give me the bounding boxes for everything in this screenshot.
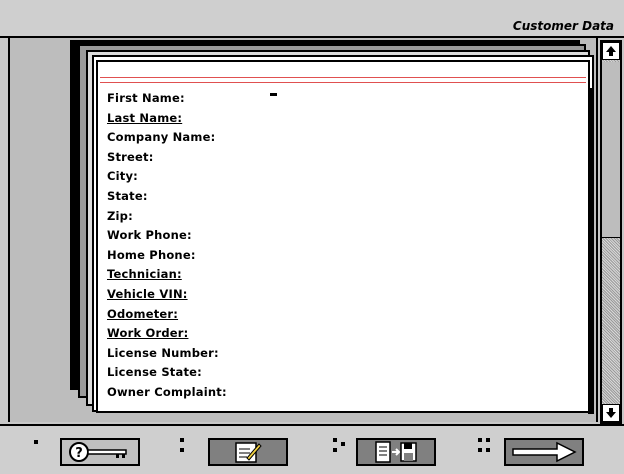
field-label[interactable]: Odometer: xyxy=(107,305,227,325)
edit-note-button[interactable] xyxy=(208,438,288,466)
field-label[interactable]: First Name: xyxy=(107,89,227,109)
field-label-text: License State: xyxy=(107,365,202,380)
notepad-pencil-icon xyxy=(235,442,262,463)
field-label[interactable]: License State: xyxy=(107,363,227,383)
right-arrow-icon xyxy=(512,441,577,463)
window-title: Customer Data xyxy=(512,19,614,33)
customer-form-card: First Name: Last Name: Company Name: Street… xyxy=(96,60,590,413)
dot-indicator xyxy=(180,448,184,452)
field-label-text: Odometer: xyxy=(107,306,179,321)
dot-indicator xyxy=(478,448,482,452)
field-label-text: Street: xyxy=(107,149,154,164)
field-label[interactable]: Street: xyxy=(107,148,227,168)
field-label-text: State: xyxy=(107,188,148,203)
field-label[interactable]: Owner Complaint: xyxy=(107,383,227,403)
dot-indicator xyxy=(333,448,337,452)
dot-indicator xyxy=(486,448,490,452)
vertical-scrollbar[interactable] xyxy=(600,40,622,424)
scroll-thumb[interactable] xyxy=(602,62,620,238)
field-label-text: Vehicle VIN: xyxy=(107,286,188,301)
dot-indicator xyxy=(333,438,337,442)
dot-indicator xyxy=(34,440,38,444)
scroll-down-button[interactable] xyxy=(602,404,620,422)
dot-indicator xyxy=(180,438,184,442)
dot-indicator xyxy=(341,442,345,446)
field-label-text: Zip: xyxy=(107,208,133,223)
document-to-disk-icon xyxy=(375,441,417,463)
field-label[interactable]: State: xyxy=(107,187,227,207)
field-label-text: First Name: xyxy=(107,91,185,105)
field-label[interactable]: Technician: xyxy=(107,265,227,285)
next-button[interactable] xyxy=(504,438,584,466)
dot-indicator xyxy=(486,438,490,442)
field-label[interactable]: Last Name: xyxy=(107,109,227,129)
field-label-text: Home Phone: xyxy=(107,247,196,262)
field-label-text: Owner Complaint: xyxy=(107,384,227,399)
question-key-icon: ? xyxy=(69,442,127,462)
header-rule-bottom xyxy=(100,82,586,83)
field-label[interactable]: Home Phone: xyxy=(107,246,227,266)
arrow-down-icon xyxy=(606,408,616,418)
field-label[interactable]: Work Order: xyxy=(107,324,227,344)
svg-text:?: ? xyxy=(75,446,83,461)
scroll-up-button[interactable] xyxy=(602,42,620,60)
dot-indicator xyxy=(478,438,482,442)
bottom-toolbar: ? xyxy=(0,424,624,474)
field-label-text: Technician: xyxy=(107,267,182,282)
field-label[interactable]: License Number: xyxy=(107,344,227,364)
field-list: First Name: Last Name: Company Name: Street… xyxy=(107,89,227,403)
field-label-text: License Number: xyxy=(107,345,219,360)
title-bar: Customer Data xyxy=(0,0,624,38)
field-label[interactable]: Work Phone: xyxy=(107,226,227,246)
field-label[interactable]: Company Name: xyxy=(107,128,227,148)
field-label[interactable]: Zip: xyxy=(107,207,227,227)
save-to-disk-button[interactable] xyxy=(356,438,436,466)
text-cursor xyxy=(270,93,277,96)
field-label-text: Last Name: xyxy=(107,110,183,125)
header-rule-top xyxy=(100,77,586,78)
field-label-text: Company Name: xyxy=(107,130,216,145)
help-key-button[interactable]: ? xyxy=(60,438,140,466)
field-label-text: Work Order: xyxy=(107,326,189,341)
field-label[interactable]: City: xyxy=(107,167,227,187)
field-label[interactable]: Vehicle VIN: xyxy=(107,285,227,305)
field-label-text: City: xyxy=(107,169,138,184)
arrow-up-icon xyxy=(606,46,616,56)
field-label-text: Work Phone: xyxy=(107,228,192,243)
